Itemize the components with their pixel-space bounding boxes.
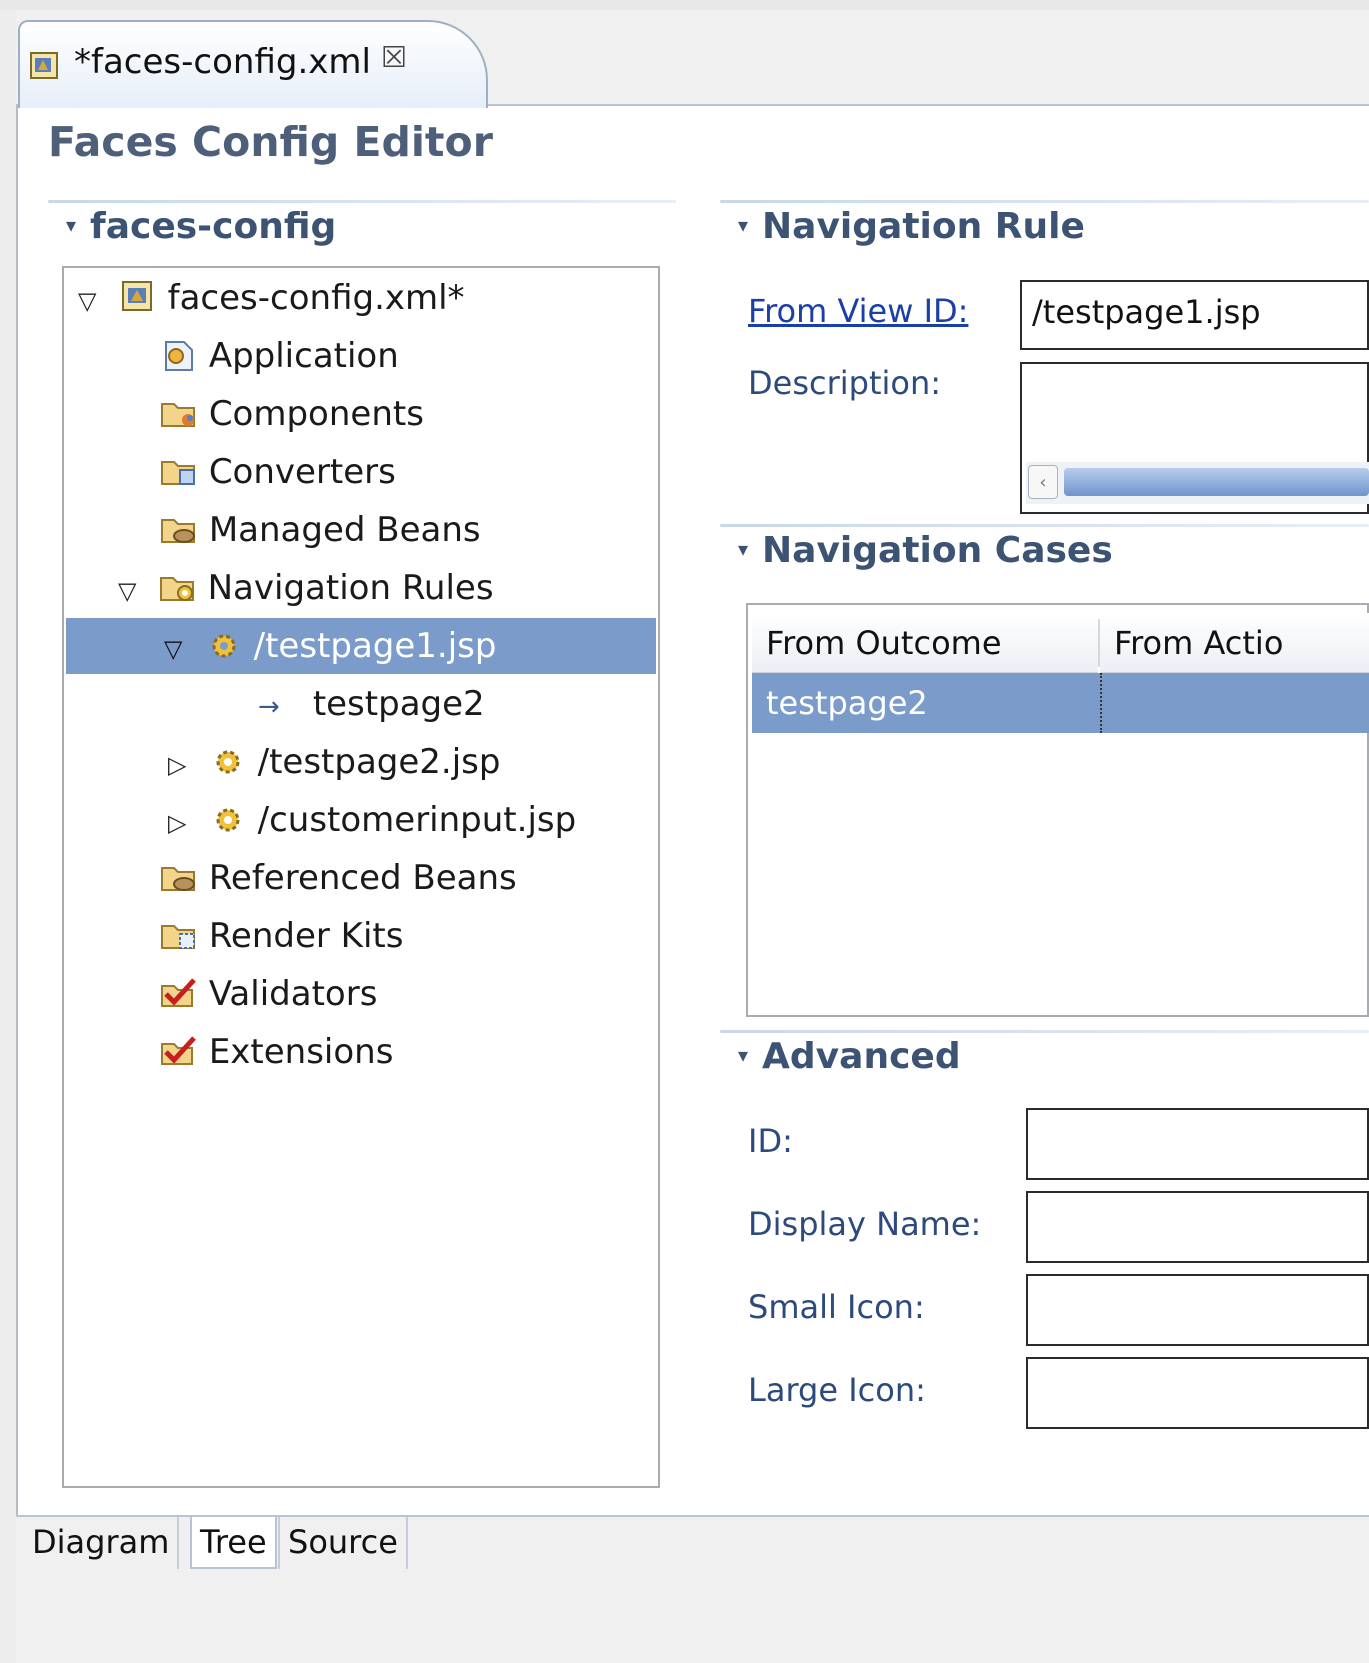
tree-item-label: /testpage2.jsp [257,742,501,782]
section-faces-config-header[interactable]: ▾ faces-config [66,206,336,247]
display-name-label: Display Name: [748,1205,982,1243]
tree-item-label: Render Kits [208,916,404,956]
tree-item-faces-config-xml[interactable]: ▽ faces-config.xml* [78,270,465,326]
expand-arrow-icon[interactable]: ▷ [168,795,198,851]
section-divider [720,524,1369,527]
tree-item-converters[interactable]: Converters [160,444,396,500]
tree-item-label: Managed Beans [208,510,481,550]
section-title: Navigation Rule [762,206,1085,247]
tree-item-components[interactable]: Components [160,386,424,442]
display-name-field[interactable] [1026,1191,1369,1263]
large-icon-label: Large Icon: [748,1371,926,1409]
id-label: ID: [748,1122,793,1160]
description-label: Description: [748,364,942,402]
expand-arrow-icon[interactable]: ▷ [168,737,198,793]
section-advanced-header[interactable]: ▾ Advanced [738,1036,961,1077]
small-icon-label: Small Icon: [748,1288,925,1326]
checkmark-icon [161,977,196,1007]
tree-item-customerinput-jsp[interactable]: ▷ /customerinput.jsp [168,792,576,848]
section-divider [720,1030,1369,1033]
arrow-right-icon: → [258,692,280,722]
tree-item-label: Validators [208,974,378,1014]
components-folder-icon [161,402,195,427]
section-navigation-cases-header[interactable]: ▾ Navigation Cases [738,530,1113,571]
tree-item-label: Navigation Rules [207,568,494,608]
application-icon [165,340,193,371]
render-kits-folder-icon [161,924,195,949]
checkmark-icon [161,1035,196,1065]
editor-page-tabs: Diagram Tree Source [16,1515,1369,1663]
page-title: Faces Config Editor [48,118,493,166]
collapse-icon[interactable]: ▾ [738,213,748,237]
tree-item-label: Extensions [208,1032,394,1072]
description-horizontal-scrollbar[interactable]: ‹ [1026,462,1369,504]
tree-item-label: faces-config.xml* [167,278,465,318]
collapse-icon[interactable]: ▾ [66,213,76,237]
window-top-strip [0,0,1369,10]
scroll-left-icon[interactable]: ‹ [1028,465,1058,499]
tree-item-testpage1-jsp[interactable]: ▽ /testpage1.jsp [66,618,656,674]
faces-config-file-icon [30,52,58,79]
section-divider [48,200,676,203]
tree-item-label: Converters [208,452,396,492]
tree-item-managed-beans[interactable]: Managed Beans [160,502,481,558]
tab-diagram[interactable]: Diagram [24,1517,180,1569]
tree-item-extensions[interactable]: Extensions [160,1024,393,1080]
tree-item-label: /testpage1.jsp [253,626,497,666]
tree-item-navigation-rules[interactable]: ▽ Navigation Rules [118,560,494,616]
collapse-arrow-icon[interactable]: ▽ [164,621,194,677]
tree-item-label: Referenced Beans [208,858,517,898]
section-navigation-rule-header[interactable]: ▾ Navigation Rule [738,206,1085,247]
large-icon-field[interactable] [1026,1357,1369,1429]
tab-source[interactable]: Source [278,1517,408,1569]
tree-item-referenced-beans[interactable]: Referenced Beans [160,850,517,906]
section-divider [720,200,1369,203]
collapse-arrow-icon[interactable]: ▽ [118,563,148,619]
close-icon[interactable]: ⮽ [382,40,406,75]
beans-folder-icon [161,518,195,543]
collapse-arrow-icon[interactable]: ▽ [78,273,108,329]
tree-item-label: /customerinput.jsp [257,800,577,840]
tab-tree[interactable]: Tree [190,1517,277,1569]
gear-icon [212,634,236,657]
collapse-icon[interactable]: ▾ [738,1043,748,1067]
editor-tab-title: *faces-config.xml [74,42,371,82]
section-title: faces-config [90,206,337,247]
tree-item-testpage2-jsp[interactable]: ▷ /testpage2.jsp [168,734,500,790]
cell-from-outcome: testpage2 [766,684,928,722]
tree-item-application[interactable]: Application [160,328,399,384]
cell-divider [1100,673,1102,733]
navigation-folder-icon [159,576,194,601]
faces-config-file-icon [121,280,152,311]
table-row[interactable]: testpage2 [752,673,1369,733]
tree-item-label: testpage2 [312,684,485,724]
scrollbar-thumb[interactable] [1064,468,1369,496]
tree-item-label: Application [208,336,399,376]
tree-item-testpage2-case[interactable]: → testpage2 [258,676,485,732]
tree-item-render-kits[interactable]: Render Kits [160,908,403,964]
navigation-cases-table[interactable]: From Outcome From Actio testpage2 [746,603,1369,1017]
tree-item-label: Components [208,394,424,434]
id-field[interactable] [1026,1108,1369,1180]
column-header-from-outcome[interactable]: From Outcome [752,613,1098,673]
gear-icon [216,750,240,773]
section-title: Navigation Cases [762,530,1113,571]
from-view-id-field[interactable]: /testpage1.jsp [1020,280,1369,350]
converters-folder-icon [161,460,195,485]
column-header-from-action[interactable]: From Actio [1100,613,1369,673]
gear-icon [216,808,240,831]
section-title: Advanced [762,1036,961,1077]
tree-item-validators[interactable]: Validators [160,966,377,1022]
small-icon-field[interactable] [1026,1274,1369,1346]
collapse-icon[interactable]: ▾ [738,537,748,561]
beans-folder-icon [161,866,195,891]
from-view-id-link[interactable]: From View ID: [748,292,968,330]
